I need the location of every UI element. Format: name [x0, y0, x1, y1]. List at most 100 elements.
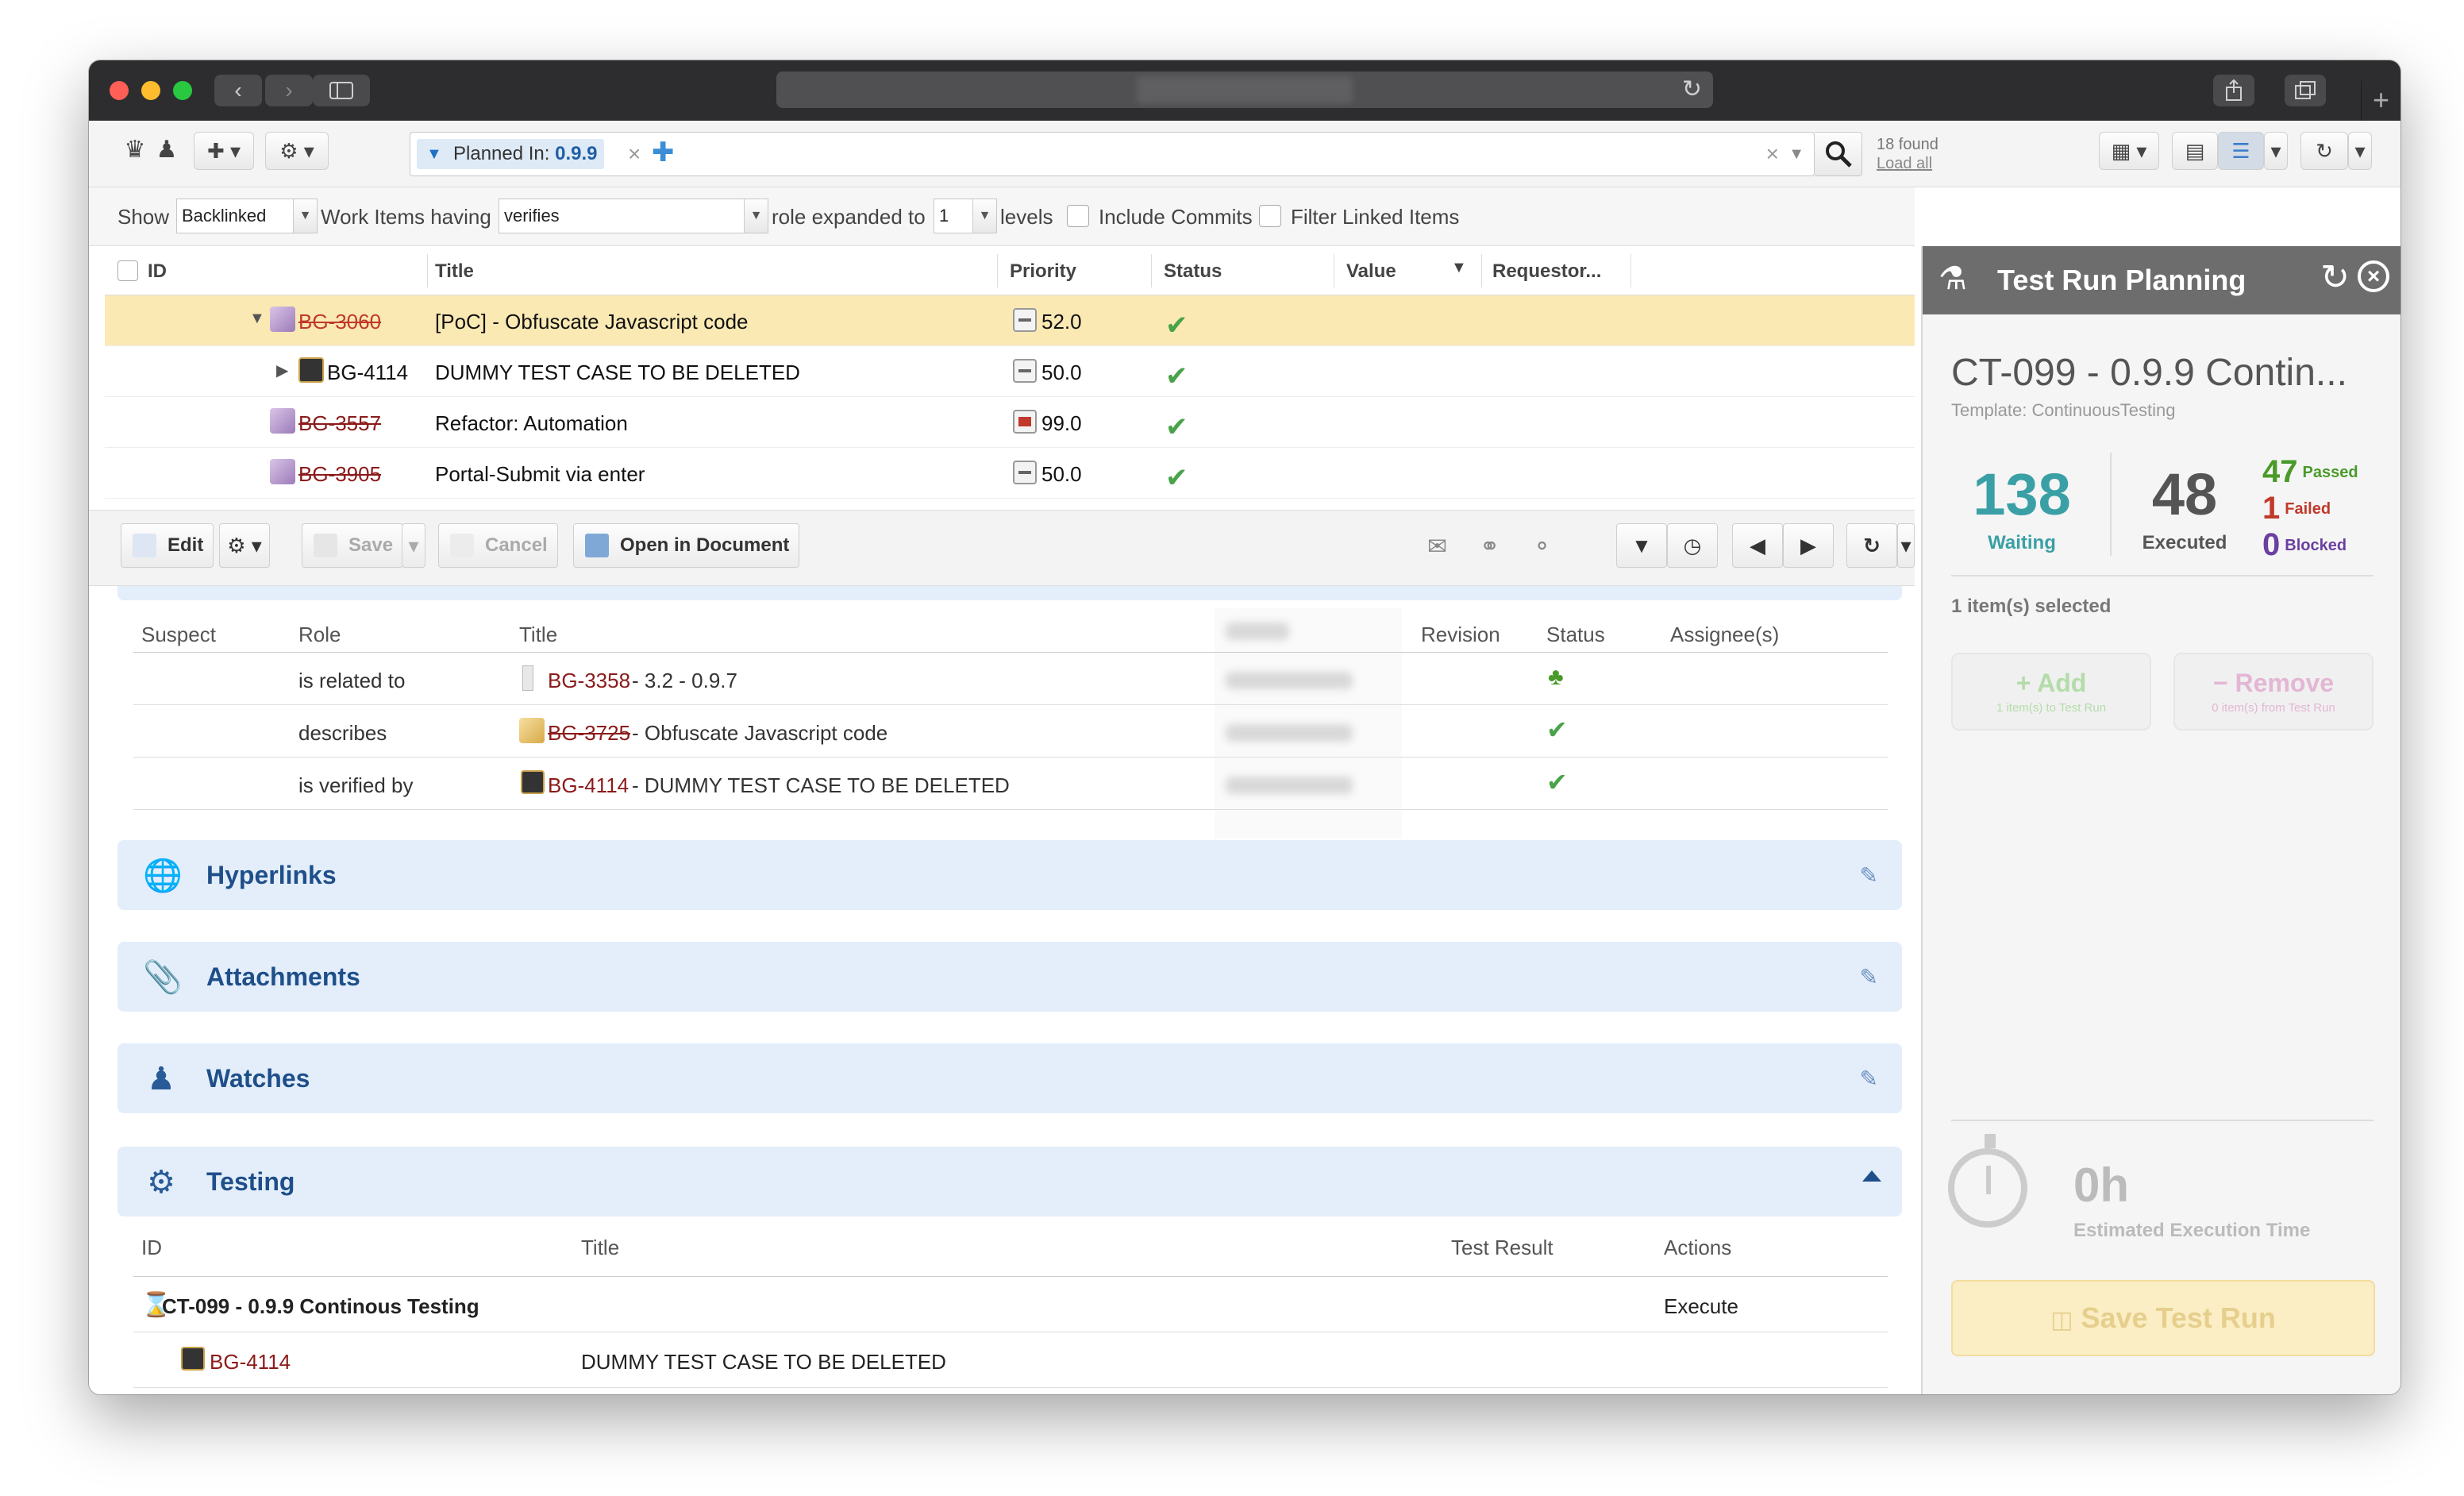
- status-in-progress-icon: ♣: [1548, 664, 1564, 690]
- view-menu-button[interactable]: ▾: [2264, 132, 2288, 170]
- link-icon[interactable]: ⚭: [1480, 533, 1500, 561]
- forward-button[interactable]: ›: [265, 75, 313, 106]
- work-item-id-link[interactable]: BG-3905: [298, 462, 381, 487]
- query-chip[interactable]: ▼ Planned In: 0.9.9: [417, 139, 604, 169]
- reload-icon[interactable]: ↻: [1682, 75, 1702, 105]
- tree-view-button[interactable]: ☰: [2218, 132, 2264, 170]
- col-requestor[interactable]: Requestor...: [1492, 260, 1601, 283]
- show-select[interactable]: Backlinked ▼: [176, 199, 318, 233]
- work-item-id-link[interactable]: BG-3557: [298, 411, 381, 436]
- execute-link[interactable]: Execute: [1664, 1294, 1738, 1319]
- sort-desc-icon[interactable]: ▼: [1451, 259, 1467, 277]
- watches-section[interactable]: ♟ Watches ✎: [117, 1043, 1902, 1113]
- role-select[interactable]: verifies ▼: [499, 199, 768, 233]
- table-row[interactable]: BG-3557 Refactor: Automation 99.0 ✔: [105, 397, 1915, 448]
- test-run-title: CT-099 - 0.9.9 Contin...: [1951, 352, 2347, 394]
- load-all-link[interactable]: Load all: [1877, 154, 1938, 173]
- linked-items-section-header: [117, 586, 1902, 600]
- browser-titlebar: ‹ › ↻ +: [89, 60, 2400, 121]
- linked-item-id-link[interactable]: BG-3358: [548, 669, 630, 693]
- col-value[interactable]: Value: [1346, 260, 1396, 283]
- refresh-icon: ↻: [2316, 139, 2333, 163]
- linked-item-row[interactable]: describes BG-3725 - Obfuscate Javascript…: [133, 705, 1888, 758]
- save-button[interactable]: Save: [302, 523, 404, 568]
- table-row[interactable]: ▼ BG-3060 [PoC] - Obfuscate Javascript c…: [105, 295, 1915, 346]
- filter-button[interactable]: ▼: [1616, 523, 1667, 568]
- remove-chip-icon[interactable]: ×: [628, 139, 641, 169]
- close-window-button[interactable]: [110, 81, 129, 100]
- include-commits-checkbox[interactable]: [1067, 205, 1089, 227]
- search-dropdown-icon[interactable]: ▼: [1788, 139, 1804, 169]
- close-icon[interactable]: ×: [2358, 260, 2389, 292]
- next-button[interactable]: ▶: [1783, 523, 1834, 568]
- query-search-box[interactable]: ▼ Planned In: 0.9.9 × ✚ × ▼: [410, 132, 1815, 176]
- previous-button[interactable]: ◀: [1732, 523, 1783, 568]
- sidebar-toggle-button[interactable]: [313, 75, 370, 106]
- test-case-id-link[interactable]: BG-4114: [210, 1350, 291, 1375]
- pencil-icon[interactable]: ✎: [1860, 1066, 1878, 1092]
- collapse-icon[interactable]: [1862, 1170, 1881, 1182]
- test-run-row[interactable]: ⌛ CT-099 - 0.9.9 Continous Testing Execu…: [133, 1277, 1888, 1332]
- filter-linked-checkbox[interactable]: [1259, 205, 1281, 227]
- col-title[interactable]: Title: [435, 260, 474, 283]
- hyperlinks-section[interactable]: 🌐 Hyperlinks ✎: [117, 840, 1902, 910]
- linked-item-row[interactable]: is verified by BG-4114 - DUMMY TEST CASE…: [133, 758, 1888, 810]
- col-status[interactable]: Status: [1164, 260, 1222, 283]
- add-criteria-icon[interactable]: ✚: [652, 137, 675, 168]
- add-to-run-button[interactable]: + Add 1 item(s) to Test Run: [1951, 653, 2151, 731]
- create-menu-button[interactable]: ✚ ▾: [194, 132, 254, 170]
- open-in-document-button[interactable]: Open in Document: [573, 523, 800, 568]
- tabs-overview-button[interactable]: [2285, 75, 2326, 106]
- col-id[interactable]: ID: [148, 260, 167, 283]
- work-item-id-link[interactable]: BG-3060: [298, 310, 381, 334]
- testing-section[interactable]: ⚙ Testing: [117, 1147, 1902, 1216]
- refresh-icon[interactable]: ↻: [2320, 257, 2350, 298]
- paperclip-icon[interactable]: ⚬: [1532, 533, 1552, 561]
- cancel-button[interactable]: Cancel: [438, 523, 558, 568]
- collapse-icon[interactable]: ▼: [249, 310, 265, 328]
- table-row[interactable]: ▶ BG-4114 DUMMY TEST CASE TO BE DELETED …: [105, 346, 1915, 397]
- refresh-menu-button[interactable]: ▾: [2348, 132, 2372, 170]
- save-menu-button[interactable]: ▾: [402, 523, 425, 568]
- linked-item-id-link[interactable]: BG-3725: [548, 721, 630, 746]
- edit-button[interactable]: Edit: [121, 523, 214, 568]
- clear-search-icon[interactable]: ×: [1766, 139, 1779, 169]
- share-button[interactable]: [2213, 75, 2254, 106]
- chip-dropdown-icon[interactable]: ▼: [426, 139, 442, 169]
- col-priority[interactable]: Priority: [1010, 260, 1076, 283]
- reload-button[interactable]: ↻: [1846, 523, 1897, 568]
- new-tab-button[interactable]: +: [2361, 81, 2400, 121]
- attachments-section[interactable]: 📎 Attachments ✎: [117, 942, 1902, 1012]
- stat-divider: [2110, 453, 2112, 556]
- history-button[interactable]: ◷: [1667, 523, 1718, 568]
- comment-icon[interactable]: ✉: [1427, 533, 1447, 561]
- zoom-window-button[interactable]: [173, 81, 192, 100]
- back-button[interactable]: ‹: [214, 75, 262, 106]
- pencil-icon[interactable]: ✎: [1860, 964, 1878, 990]
- user-icon[interactable]: ♛: [121, 132, 149, 170]
- work-item-id-link[interactable]: BG-4114: [327, 361, 408, 385]
- pencil-icon[interactable]: ✎: [1860, 862, 1878, 889]
- link-role: is related to: [298, 669, 406, 692]
- tools-menu-button[interactable]: ⚙ ▾: [219, 523, 270, 568]
- table-row[interactable]: BG-3905 Portal-Submit via enter 50.0 ✔: [105, 448, 1915, 499]
- address-bar[interactable]: ↻: [776, 71, 1713, 108]
- levels-select[interactable]: 1 ▼: [934, 199, 997, 233]
- assignee-icon[interactable]: ♟: [152, 132, 181, 170]
- executed-count: 48: [2151, 461, 2218, 527]
- test-case-row[interactable]: BG-4114 DUMMY TEST CASE TO BE DELETED: [133, 1332, 1888, 1388]
- linked-item-id-link[interactable]: BG-4114: [548, 773, 629, 798]
- search-button[interactable]: [1815, 132, 1862, 176]
- columns-menu-button[interactable]: ▦ ▾: [2099, 132, 2159, 170]
- save-test-run-button[interactable]: ◫ Save Test Run: [1951, 1280, 2375, 1356]
- reload-menu-button[interactable]: ▾: [1897, 523, 1915, 568]
- select-all-checkbox[interactable]: [117, 260, 138, 281]
- expand-icon[interactable]: ▶: [276, 361, 288, 380]
- panel-header: ⚗ Test Run Planning ↻ ×: [1923, 246, 2400, 314]
- settings-menu-button[interactable]: ⚙ ▾: [265, 132, 329, 170]
- linked-item-row[interactable]: is related to BG-3358 - 3.2 - 0.9.7 ♣: [133, 653, 1888, 705]
- remove-from-run-button[interactable]: − Remove 0 item(s) from Test Run: [2173, 653, 2374, 731]
- refresh-button[interactable]: ↻: [2300, 132, 2348, 170]
- minimize-window-button[interactable]: [141, 81, 160, 100]
- table-view-button[interactable]: ▤: [2172, 132, 2218, 170]
